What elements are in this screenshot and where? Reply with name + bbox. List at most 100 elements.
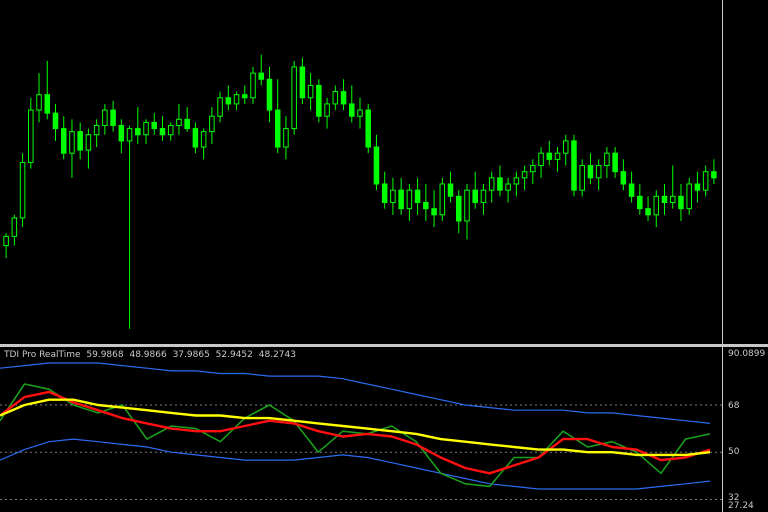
- candle: [678, 184, 684, 221]
- candle-body: [200, 131, 207, 148]
- candle-body: [661, 195, 668, 203]
- candle: [340, 79, 347, 111]
- candle-body: [455, 195, 462, 222]
- candle-body: [85, 134, 92, 151]
- candle: [307, 73, 314, 111]
- candle-body: [258, 72, 265, 80]
- candle-body: [233, 94, 240, 105]
- candle: [530, 159, 536, 184]
- candle: [200, 128, 207, 160]
- candle-body: [143, 121, 149, 136]
- candle: [538, 147, 544, 178]
- candle-body: [637, 195, 643, 210]
- candle-body: [217, 97, 223, 117]
- candle: [381, 171, 388, 209]
- candle: [250, 66, 256, 104]
- candle: [135, 107, 141, 144]
- candle-body: [488, 177, 495, 191]
- candle: [110, 100, 116, 132]
- candle: [439, 177, 446, 221]
- candle: [702, 165, 709, 197]
- candle: [283, 116, 289, 160]
- candle: [554, 147, 561, 172]
- candle-body: [151, 121, 158, 130]
- candle-body: [390, 189, 396, 203]
- candle-body: [184, 118, 190, 130]
- candle-body: [711, 171, 717, 179]
- candle-body: [595, 165, 602, 179]
- candle: [406, 184, 413, 221]
- candle-body: [11, 217, 18, 237]
- candle: [143, 119, 149, 144]
- candle-body: [307, 84, 314, 99]
- candle: [349, 85, 355, 123]
- candle-body: [628, 183, 635, 197]
- candle-body: [274, 109, 281, 148]
- candle: [93, 119, 100, 148]
- candle: [36, 73, 42, 123]
- candle: [19, 153, 26, 228]
- candle: [291, 60, 297, 135]
- candle: [513, 171, 520, 197]
- candle: [126, 125, 133, 329]
- candle: [579, 159, 585, 197]
- candle-body: [579, 165, 585, 191]
- price-axis[interactable]: [722, 0, 768, 512]
- candle-body: [266, 78, 273, 111]
- candle-body: [340, 91, 347, 105]
- candle-body: [316, 84, 322, 117]
- axis-label-68: 68: [728, 401, 740, 411]
- candle-body: [209, 115, 215, 133]
- candle: [612, 147, 618, 178]
- upper-volatility-band: [0, 362, 711, 424]
- candle: [464, 184, 470, 240]
- candle: [455, 190, 462, 234]
- price-chart[interactable]: [0, 0, 722, 344]
- candle: [694, 171, 701, 203]
- candle-body: [60, 128, 67, 154]
- indicator-value-4: 52.9452: [215, 350, 253, 360]
- candle: [653, 190, 660, 228]
- candle-body: [571, 140, 577, 191]
- candle-body: [373, 146, 380, 185]
- candle: [233, 91, 240, 111]
- candle-body: [3, 235, 9, 247]
- candle-body: [447, 183, 454, 197]
- candle: [661, 184, 668, 215]
- candle-body: [69, 131, 75, 154]
- candle-body: [620, 171, 627, 185]
- candle: [628, 171, 635, 203]
- candle: [118, 119, 125, 154]
- candle-body: [126, 128, 133, 142]
- market-base-line: [0, 398, 711, 457]
- indicator-name: TDI Pro RealTime: [4, 350, 81, 360]
- candle: [472, 171, 478, 209]
- candle: [571, 134, 577, 197]
- candle-body: [521, 171, 528, 179]
- candle-body: [36, 94, 42, 111]
- candle-body: [324, 103, 330, 117]
- candle-body: [283, 128, 289, 148]
- candle-body: [538, 152, 544, 167]
- lower-volatility-band: [0, 438, 711, 490]
- tdi-indicator-panel[interactable]: [0, 347, 722, 512]
- candle-body: [686, 183, 692, 210]
- candle: [151, 113, 158, 135]
- candle-body: [357, 109, 363, 117]
- indicator-value-5: 48.2743: [258, 350, 296, 360]
- candle: [447, 171, 454, 203]
- candle-body: [365, 109, 371, 148]
- candle-body: [414, 189, 421, 203]
- candle: [365, 103, 371, 154]
- candle: [3, 233, 9, 258]
- candle: [69, 119, 75, 178]
- indicator-label: TDI Pro RealTime 59.9868 48.9866 37.9865…: [4, 350, 299, 360]
- candle-body: [406, 189, 413, 210]
- candle: [299, 57, 306, 104]
- candle: [645, 196, 651, 221]
- candle-body: [176, 118, 182, 126]
- candle: [669, 165, 676, 209]
- candle: [77, 122, 83, 160]
- candle-body: [52, 112, 59, 130]
- candle-body: [653, 195, 660, 216]
